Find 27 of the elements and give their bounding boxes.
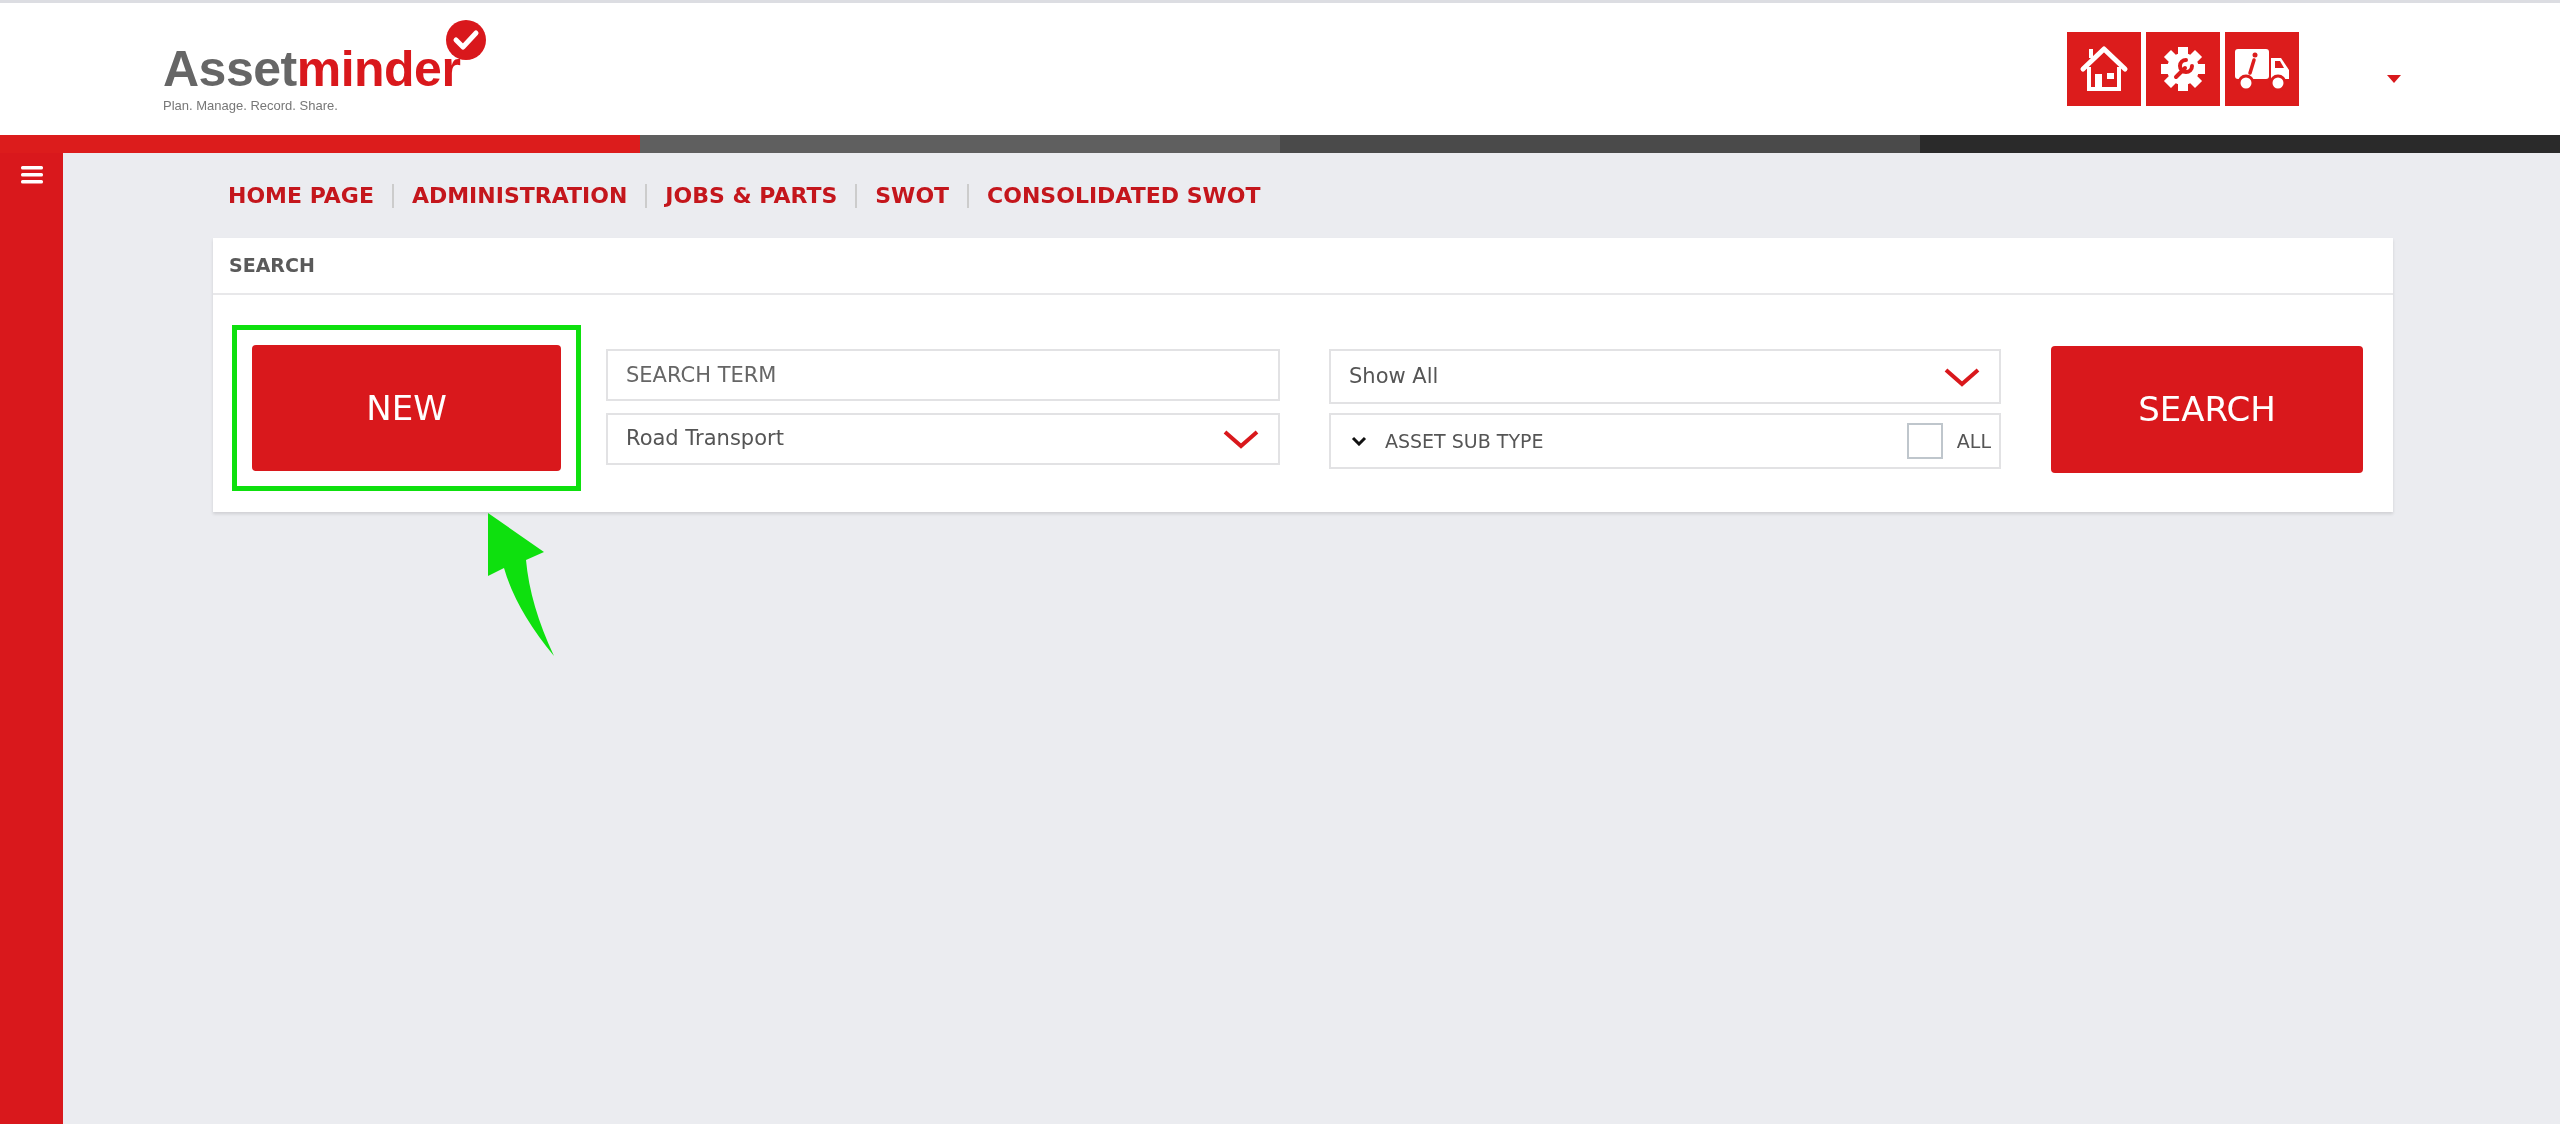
search-term-field[interactable]: SEARCH TERM (606, 349, 1280, 401)
dropdown-caret-icon[interactable] (2387, 75, 2401, 83)
home-icon[interactable] (2067, 32, 2141, 106)
nav-link[interactable]: SWOT (875, 179, 950, 212)
truck-icon[interactable] (2225, 32, 2299, 106)
nav-link[interactable]: CONSOLIDATED SWOT (987, 179, 1261, 212)
new-button[interactable]: NEW (252, 345, 561, 471)
select-value: Show All (1349, 362, 1439, 390)
nav-link[interactable]: ADMINISTRATION (411, 179, 628, 212)
logo-tagline: Plan. Manage. Record. Share. (163, 97, 339, 116)
asset-sub-type-row[interactable]: ASSET SUB TYPE ALL (1329, 413, 2001, 469)
select-value: Road Transport (626, 425, 784, 453)
asset-sub-type-label: ASSET SUB TYPE (1385, 428, 1544, 454)
logo-text: Assetminder (163, 44, 461, 95)
nav-link[interactable]: JOBS & PARTS (665, 179, 838, 212)
asset-type-select[interactable]: Road Transport (606, 413, 1280, 465)
chevron-down-icon (1222, 429, 1260, 449)
chevron-down-icon (1943, 366, 1981, 387)
filter-select[interactable]: Show All (1329, 349, 2001, 404)
gear-icon[interactable] (2146, 32, 2220, 106)
menu-icon[interactable] (20, 166, 43, 184)
search-button[interactable]: SEARCH (2051, 346, 2363, 473)
all-checkbox[interactable] (1906, 423, 1943, 459)
chevron-down-icon (1351, 436, 1367, 446)
panel-title: SEARCH (213, 238, 2393, 295)
all-label: ALL (1956, 428, 1991, 454)
nav-link[interactable]: HOME PAGE (228, 179, 374, 212)
